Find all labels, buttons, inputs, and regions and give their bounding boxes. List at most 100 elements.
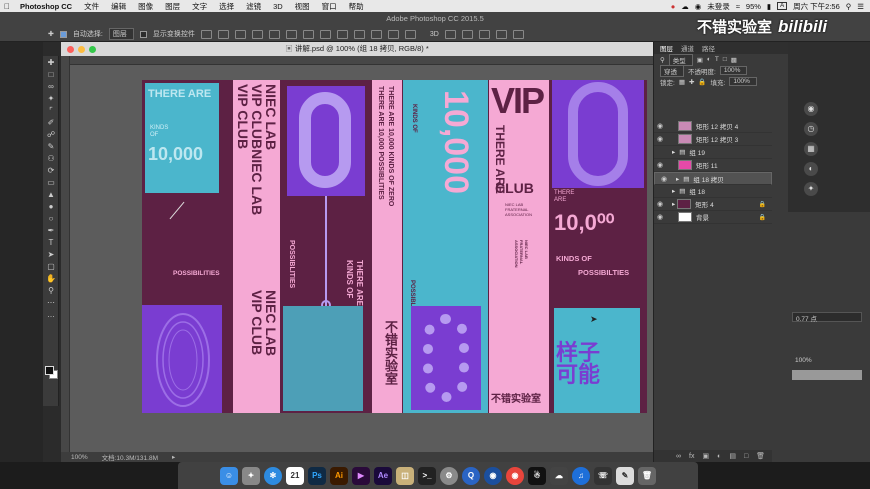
launchpad-icon[interactable]: ✦ — [242, 466, 260, 485]
wechat-icon[interactable]: ☁ — [550, 466, 568, 485]
distribute-bottom-icon[interactable] — [336, 29, 348, 39]
preview-icon[interactable]: ◫ — [396, 466, 414, 485]
user-icon[interactable]: ◉ — [695, 2, 702, 11]
visibility-eye-icon[interactable]: ◉ — [654, 135, 666, 143]
filter-smart-icon[interactable]: ▩ — [731, 56, 737, 64]
foreground-color-swatch[interactable] — [45, 366, 54, 375]
opacity-input[interactable]: 100% — [719, 66, 748, 75]
menu-layer[interactable]: 图层 — [159, 1, 186, 12]
auto-select-dropdown[interactable]: 图层 — [108, 28, 134, 40]
screenshot-icon[interactable]: ◉ — [484, 466, 502, 485]
safari-icon[interactable]: ✻ — [264, 466, 282, 485]
gradient-tool-icon[interactable]: ▲ — [43, 188, 59, 200]
show-transform-checkbox[interactable] — [139, 30, 147, 38]
distribute-right-icon[interactable] — [387, 29, 399, 39]
lasso-tool-icon[interactable]: ∞ — [43, 80, 59, 92]
align-left-icon[interactable] — [251, 29, 263, 39]
stamp-tool-icon[interactable]: ⚇ — [43, 152, 59, 164]
menu-list-icon[interactable]: ☰ — [857, 2, 864, 11]
layer-row-selected[interactable]: ◉ ▸ ▤ 组 18 拷贝 — [654, 172, 772, 185]
layer-name[interactable]: 矩形 12 拷贝 3 — [696, 134, 738, 144]
layer-row[interactable]: ▸ ▤ 组 18 — [654, 185, 772, 198]
cloud-icon[interactable]: ☁ — [681, 2, 689, 11]
3d-slide-icon[interactable] — [495, 29, 507, 39]
stroke-width-field[interactable]: 0.77 点 — [792, 312, 862, 323]
percent-field[interactable]: 100% — [792, 357, 832, 367]
notes-icon[interactable]: ✎ — [616, 466, 634, 485]
blend-mode-dropdown[interactable]: 穿透 — [660, 64, 684, 77]
settings-icon[interactable]: ⚙ — [440, 466, 458, 485]
more-tools-icon[interactable]: ⋯ — [43, 296, 59, 308]
shape-tool-icon[interactable]: ▢ — [43, 260, 59, 272]
menu-edit[interactable]: 编辑 — [105, 1, 132, 12]
wifi-icon[interactable]: ≈ — [736, 2, 740, 11]
adjustments-icon[interactable]: ◐ — [804, 162, 818, 176]
layer-name[interactable]: 背景 — [696, 212, 709, 222]
tab-layers[interactable]: 图层 — [660, 43, 673, 53]
distribute-hcenter-icon[interactable] — [370, 29, 382, 39]
fill-input[interactable]: 100% — [729, 77, 757, 86]
distribute-top-icon[interactable] — [302, 29, 314, 39]
minimize-window-button[interactable] — [78, 46, 85, 53]
photoshop-icon[interactable]: Ps — [308, 466, 326, 485]
battery-icon[interactable]: ▮ — [767, 2, 771, 11]
tab-paths[interactable]: 路径 — [702, 43, 715, 53]
3d-scale-icon[interactable] — [512, 29, 524, 39]
eyedropper-tool-icon[interactable]: ✐ — [43, 116, 59, 128]
finder-icon[interactable]: ☺ — [220, 466, 238, 485]
auto-align-icon[interactable] — [404, 29, 416, 39]
auto-select-checkbox[interactable] — [59, 30, 67, 38]
input-method-icon[interactable]: A — [777, 2, 788, 10]
filter-type-icon[interactable]: T — [715, 56, 719, 63]
3d-roll-icon[interactable] — [461, 29, 473, 39]
group-chevron-icon[interactable]: ▸ — [672, 148, 675, 156]
brush-tool-icon[interactable]: ✎ — [43, 140, 59, 152]
filter-adjust-icon[interactable]: ◐ — [707, 56, 711, 63]
visibility-eye-icon[interactable]: ◉ — [654, 161, 666, 169]
history-icon[interactable]: ◷ — [804, 122, 818, 136]
move-tool-icon[interactable]: ✚ — [48, 30, 54, 38]
group-chevron-icon[interactable]: ▸ — [672, 187, 675, 195]
align-bottom-icon[interactable] — [234, 29, 246, 39]
align-right-icon[interactable] — [285, 29, 297, 39]
type-tool-icon[interactable]: T — [43, 236, 59, 248]
edit-toolbar-icon[interactable]: … — [43, 308, 59, 320]
layer-name[interactable]: 矩形 11 — [696, 160, 718, 170]
add-mask-icon[interactable]: ▣ — [702, 452, 709, 460]
pen-tool-icon[interactable]: ✒ — [43, 224, 59, 236]
visibility-eye-icon[interactable]: ◉ — [654, 213, 666, 221]
premiere-icon[interactable]: ▶ — [352, 466, 370, 485]
layer-name[interactable]: 矩形 4 — [695, 199, 713, 209]
layer-row[interactable]: ◉ ▸ 矩形 4 🔒 — [654, 198, 772, 211]
fx-icon[interactable]: fx — [689, 453, 694, 460]
layer-name[interactable]: 矩形 12 拷贝 4 — [696, 121, 738, 131]
maximize-window-button[interactable] — [89, 46, 96, 53]
menu-app-name[interactable]: Photoshop CC — [14, 2, 78, 11]
document-size[interactable]: 文档:10.3M/131.8M — [102, 452, 158, 462]
quicktime-icon[interactable]: Q — [462, 466, 480, 485]
artboard-canvas[interactable]: THERE ARE KINDS OF 10,000 POSSIBILITIES … — [142, 80, 647, 413]
visibility-eye-icon[interactable]: ◉ — [658, 175, 670, 183]
move-tool-icon[interactable]: ✚ — [43, 56, 59, 68]
menu-view[interactable]: 视图 — [289, 1, 316, 12]
layer-row[interactable]: ◉ 矩形 12 拷贝 4 — [654, 120, 772, 133]
align-hcenter-icon[interactable] — [268, 29, 280, 39]
menu-help[interactable]: 帮助 — [343, 1, 370, 12]
path-select-tool-icon[interactable]: ➤ — [43, 248, 59, 260]
status-arrow-icon[interactable]: ▸ — [172, 453, 175, 461]
brush-preset-icon[interactable]: ◉ — [804, 102, 818, 116]
tab-channels[interactable]: 通道 — [681, 43, 694, 53]
terminal-icon[interactable]: >_ — [418, 466, 436, 485]
layer-name[interactable]: 组 19 — [689, 147, 705, 157]
close-window-button[interactable] — [67, 46, 74, 53]
layer-row[interactable]: ▸ ▤ 组 19 — [654, 146, 772, 159]
new-group-icon[interactable]: ▤ — [729, 452, 736, 460]
filter-search-icon[interactable]: ⚲ — [660, 56, 665, 64]
menu-3d[interactable]: 3D — [267, 2, 289, 11]
adjustment-layer-icon[interactable]: ◐ — [717, 453, 721, 460]
distribute-vcenter-icon[interactable] — [319, 29, 331, 39]
layer-row[interactable]: ◉ 矩形 11 — [654, 159, 772, 172]
apple-icon[interactable]:  — [0, 2, 14, 11]
link-layers-icon[interactable]: ∞ — [676, 453, 681, 460]
delete-layer-icon[interactable]: 🗑 — [756, 452, 765, 460]
